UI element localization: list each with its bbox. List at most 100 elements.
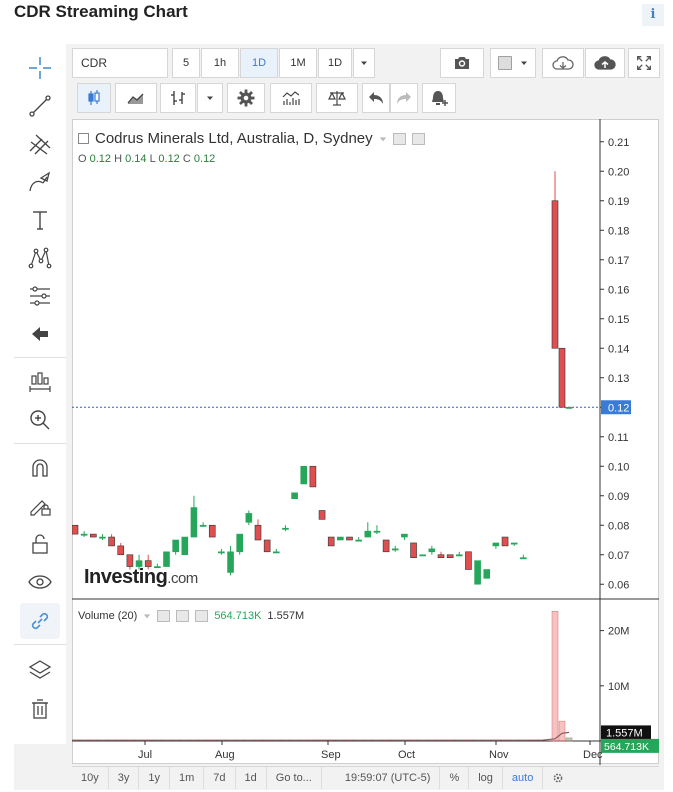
candle-body [410,542,417,559]
fib-tool[interactable] [20,278,60,314]
alert-button[interactable] [422,83,456,113]
text-tool[interactable] [20,202,60,238]
low-value: 0.12 [158,153,180,165]
camera-icon [455,57,469,69]
undo-icon [369,92,383,104]
indicators-icon [282,91,300,105]
logo-suffix: .com [167,570,198,587]
layers-tool[interactable] [20,652,60,688]
magnet-tool[interactable] [20,450,60,486]
price-tick-label: 0.07 [608,550,629,562]
open-value: 0.12 [89,153,112,165]
interval-1m[interactable]: 1M [279,48,317,78]
range-1m[interactable]: 1m [170,766,205,789]
range-10y[interactable]: 10y [72,766,109,789]
settings-button[interactable] [227,83,265,113]
volume-close-mini-icon[interactable] [195,610,209,622]
visibility-tool[interactable] [20,564,60,600]
compare-button[interactable] [316,83,358,113]
range-3y[interactable]: 3y [109,766,140,789]
interval-5[interactable]: 5 [172,48,200,78]
candle-body [565,406,573,409]
close-mini-icon[interactable] [411,132,425,145]
auto-scale-toggle[interactable]: auto [503,766,544,789]
magnet-icon [32,459,48,477]
pattern-tool[interactable] [20,240,60,276]
pitchfork-tool[interactable] [20,126,60,162]
range-7d[interactable]: 7d [204,766,236,789]
cloud-download-icon [552,56,574,70]
link-icon [31,612,49,630]
arrow-left-icon [32,327,48,341]
caret-down-icon [521,61,527,65]
candle-body [181,536,189,556]
crosshair-tool[interactable] [20,50,60,86]
cloud-save-button[interactable] [585,48,625,78]
toolbar-separator [14,644,66,645]
chart-style-button[interactable] [490,48,536,78]
indicators-button[interactable] [270,83,312,113]
scale-settings-button[interactable] [543,767,573,789]
candle-body [263,539,271,553]
candle-body [474,560,481,585]
snapshot-button[interactable] [440,48,484,78]
delete-tool[interactable] [20,690,60,726]
interval-dropdown[interactable] [353,48,375,78]
back-tool[interactable] [20,316,60,352]
price-chart[interactable]: 0.21 0.20 0.19 0.18 0.17 0.16 0.15 0.14 0.13 0.12… [72,119,659,765]
price-tick-label: 0.21 [608,137,629,149]
zoom-in-tool[interactable] [20,402,60,438]
goto-button[interactable]: Go to... [267,766,322,789]
chart-type-area-button[interactable] [115,83,157,113]
brush-tool[interactable] [20,164,60,200]
range-1y[interactable]: 1y [139,766,170,789]
candles-tool[interactable] [20,364,60,400]
candle-body [510,542,518,545]
bottom-bar: 10y 3y 1y 1m 7d 1d Go to... 19:59:07 (UT… [72,766,659,789]
cloud-load-button[interactable] [542,48,584,78]
price-tick-label: 0.14 [608,343,629,355]
collapse-legend-icon[interactable] [78,133,89,144]
candle-body [551,200,559,349]
candle-body [163,551,170,567]
volume-source-mini-icon[interactable] [176,610,190,622]
log-scale-toggle[interactable]: log [469,766,503,789]
candle-body [190,507,198,538]
candle-body [245,513,253,523]
settings-mini-icon[interactable] [392,132,406,145]
candle-body [99,536,106,539]
undo-button[interactable] [362,83,390,113]
redo-button[interactable] [390,83,418,113]
link-tool[interactable] [20,603,60,639]
chart-type-dropdown[interactable] [197,83,223,113]
candle-body [126,554,134,567]
interval-1h[interactable]: 1h [201,48,239,78]
price-tick-label: 0.17 [608,255,629,267]
chart-type-bars-button[interactable] [160,83,196,113]
trend-line-tool[interactable] [20,88,60,124]
caret-down-icon [361,61,367,65]
gear-icon [553,773,563,782]
interval-1d-custom[interactable]: 1D [318,48,352,78]
symbol-search-input[interactable]: CDR [72,48,168,78]
ohlc-values: O 0.12 H 0.14 L 0.12 C 0.12 [78,153,215,165]
chart-type-candles-button[interactable] [77,83,111,113]
lock-tool[interactable] [20,526,60,562]
volume-settings-mini-icon[interactable] [157,610,171,622]
info-icon[interactable]: i [642,4,664,26]
series-title: Codrus Minerals Ltd, Australia, D, Sydne… [95,130,373,147]
candle-body [291,492,298,499]
gear-icon [237,89,255,107]
interval-1d[interactable]: 1D [240,48,278,78]
time-tick-label: Jul [138,749,152,761]
fullscreen-button[interactable] [628,48,660,78]
caret-down-icon[interactable] [379,135,387,143]
logo-brand: Investing [84,566,168,588]
draw-lock-tool[interactable] [20,488,60,524]
range-1d[interactable]: 1d [236,766,267,789]
percent-scale-toggle[interactable]: % [440,766,470,789]
price-tick-label: 0.18 [608,225,629,237]
ohlc-bars-icon [171,91,185,105]
candle-body [80,533,88,536]
caret-down-icon[interactable] [143,612,151,620]
